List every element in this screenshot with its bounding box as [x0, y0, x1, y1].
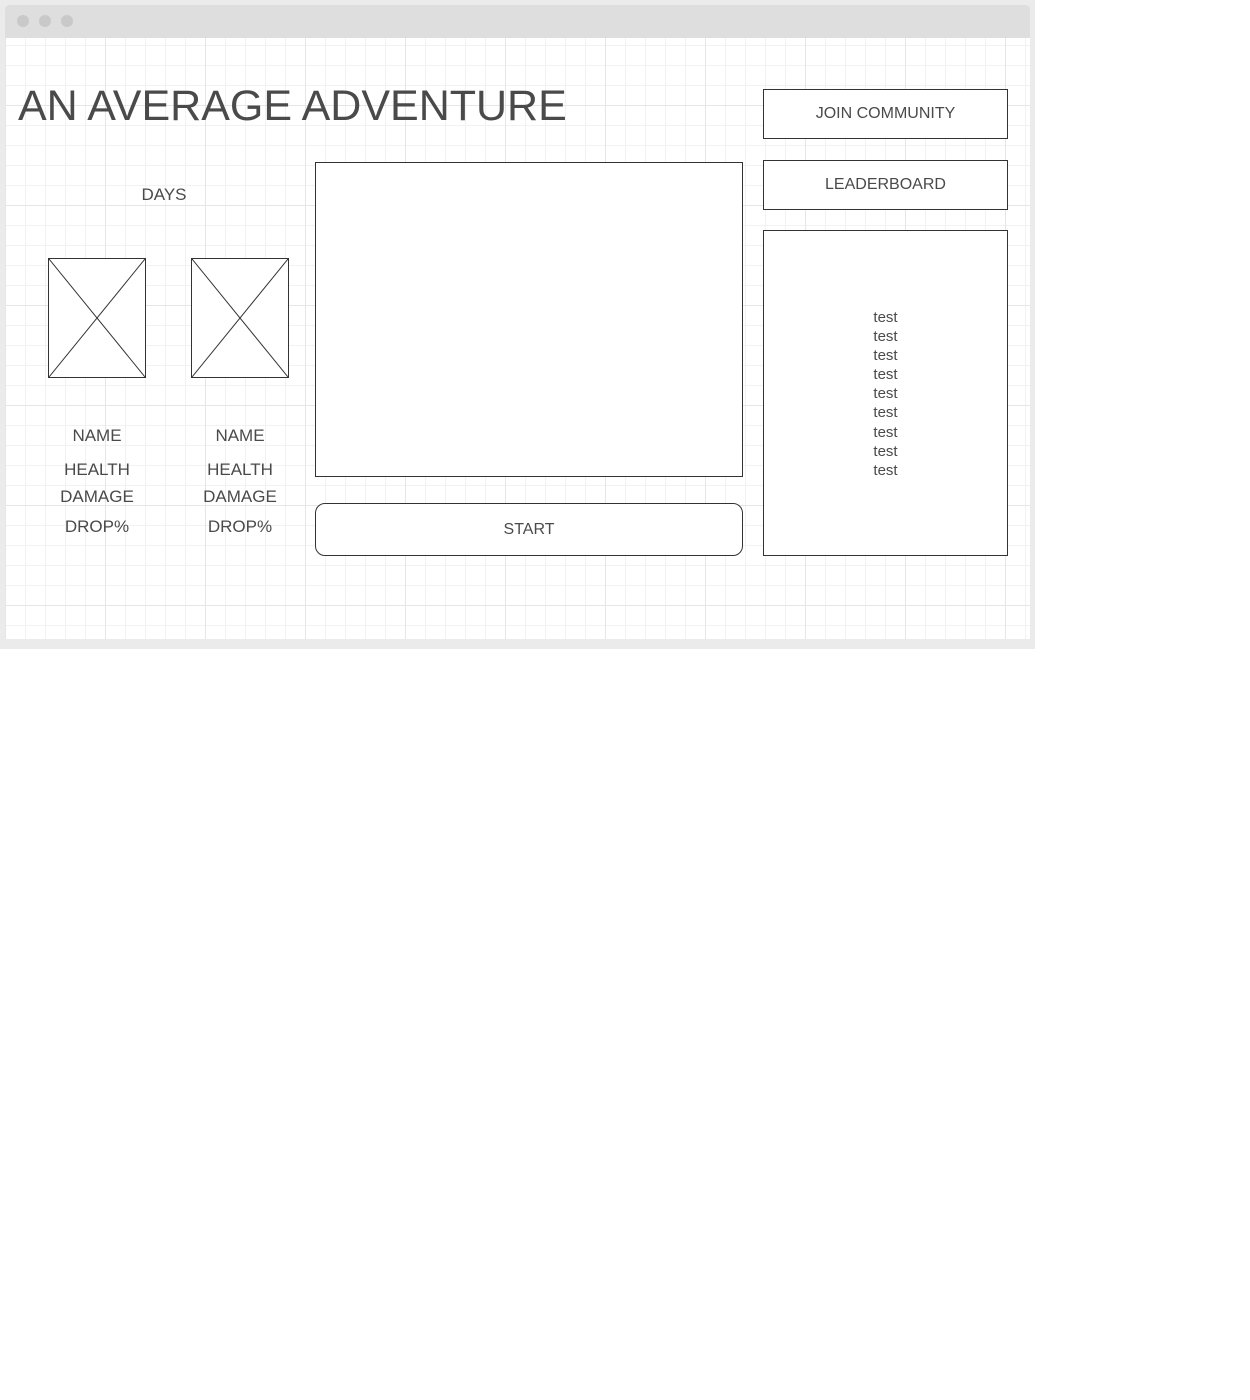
character-drop: DROP%	[64, 517, 130, 536]
leaderboard-entry: test	[873, 328, 898, 346]
character-name: NAME	[72, 426, 122, 445]
image-placeholder-icon	[192, 259, 288, 377]
leaderboard-entry: test	[873, 385, 898, 403]
start-button[interactable]: START	[315, 503, 743, 556]
game-display-area[interactable]	[315, 162, 743, 477]
browser-window: AN AVERAGE ADVENTURE DAYS NAME HEALTH DA…	[5, 5, 1030, 639]
leaderboard-button[interactable]: LEADERBOARD	[763, 160, 1008, 210]
leaderboard-panel: test test test test test test test test …	[763, 230, 1008, 556]
page-title: AN AVERAGE ADVENTURE	[18, 82, 567, 130]
leaderboard-entry: test	[873, 404, 898, 422]
character-image-placeholder	[48, 258, 146, 378]
character-drop: DROP%	[207, 517, 273, 536]
minimize-dot-icon[interactable]	[39, 15, 51, 27]
character-health: HEALTH	[207, 460, 273, 479]
leaderboard-entry: test	[873, 366, 898, 384]
leaderboard-entry: test	[873, 461, 898, 479]
character-name: NAME	[215, 426, 265, 445]
leaderboard-entry: test	[873, 442, 898, 460]
image-placeholder-icon	[49, 259, 145, 377]
leaderboard-entry: test	[873, 423, 898, 441]
character-damage: DAMAGE	[203, 487, 277, 506]
join-community-button[interactable]: JOIN COMMUNITY	[763, 89, 1008, 139]
days-label: DAYS	[141, 185, 187, 204]
leaderboard-entry: test	[873, 309, 898, 326]
character-health: HEALTH	[64, 460, 130, 479]
leaderboard-list: test test test test test test test test …	[764, 308, 1007, 480]
window-frame: AN AVERAGE ADVENTURE DAYS NAME HEALTH DA…	[0, 0, 1035, 649]
character-image-placeholder	[191, 258, 289, 378]
close-dot-icon[interactable]	[17, 15, 29, 27]
title-bar	[5, 5, 1030, 38]
maximize-dot-icon[interactable]	[61, 15, 73, 27]
page-content: AN AVERAGE ADVENTURE DAYS NAME HEALTH DA…	[5, 38, 1030, 639]
character-damage: DAMAGE	[60, 487, 134, 506]
leaderboard-entry: test	[873, 347, 898, 365]
